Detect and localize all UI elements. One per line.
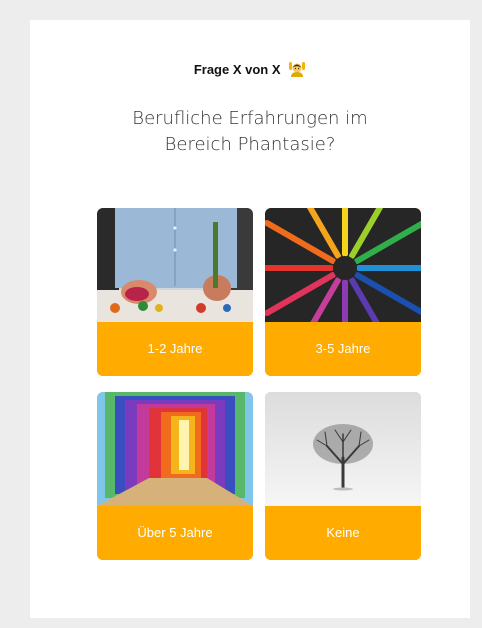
answer-option-label: Keine <box>265 506 421 560</box>
question-counter-text: Frage X von X <box>193 62 281 77</box>
page-background: Frage X von X Berufliche Erfahrungen im … <box>0 0 482 628</box>
answer-grid: 1-2 Jahre 3-5 Jahre Über 5 Jahre Keine <box>97 208 421 560</box>
quiz-card: Frage X von X Berufliche Erfahrungen im … <box>30 20 470 618</box>
answer-option-3-5-jahre[interactable]: 3-5 Jahre <box>265 208 421 376</box>
answer-option-label: 3-5 Jahre <box>265 322 421 376</box>
answer-option-1-2-jahre[interactable]: 1-2 Jahre <box>97 208 253 376</box>
painting-hands-image <box>97 208 253 322</box>
question-counter: Frage X von X <box>30 61 470 79</box>
question-title: Berufliche Erfahrungen im Bereich Phanta… <box>132 108 368 155</box>
colored-pencils-circle-image <box>265 208 421 322</box>
lone-tree-image <box>265 392 421 506</box>
person-raising-hands-icon <box>288 61 306 77</box>
answer-option-label: Über 5 Jahre <box>97 506 253 560</box>
rainbow-tunnel-image <box>97 392 253 506</box>
answer-option-keine[interactable]: Keine <box>265 392 421 560</box>
answer-option-ueber-5-jahre[interactable]: Über 5 Jahre <box>97 392 253 560</box>
answer-option-label: 1-2 Jahre <box>97 322 253 376</box>
